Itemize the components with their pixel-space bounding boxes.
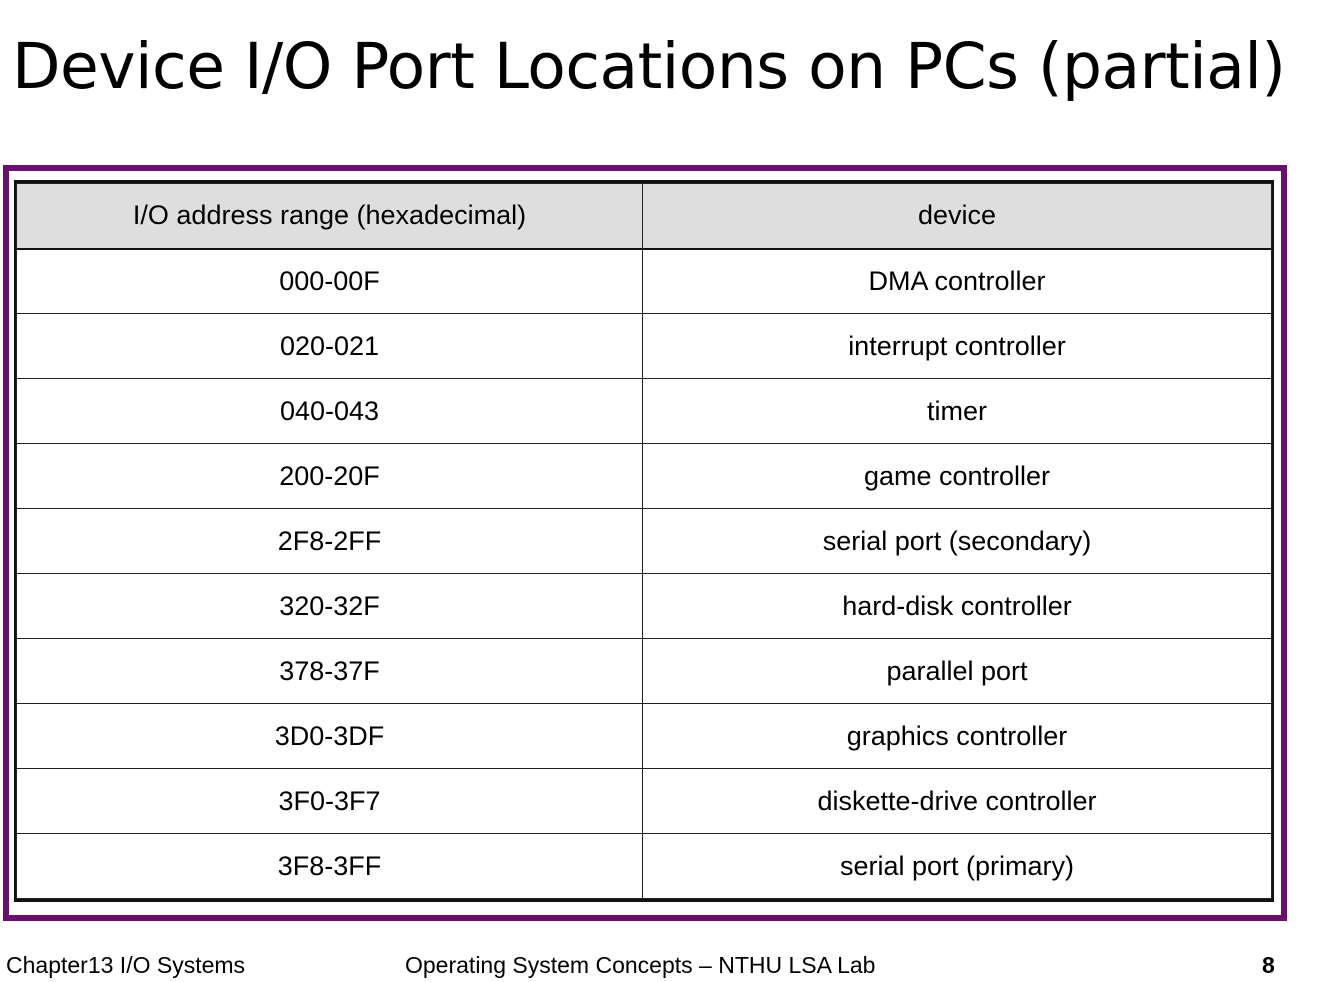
device-cell: serial port (primary): [642, 833, 1272, 899]
device-cell: diskette-drive controller: [642, 768, 1272, 834]
device-cell: interrupt controller: [642, 313, 1272, 379]
address-range-cell: 320-32F: [16, 573, 643, 639]
table-row: 040-043 timer: [16, 378, 1272, 444]
slide-title: Device I/O Port Locations on PCs (partia…: [12, 30, 1286, 103]
device-cell: graphics controller: [642, 703, 1272, 769]
table-row: 3F0-3F7 diskette-drive controller: [16, 768, 1272, 834]
page-number: 8: [1262, 952, 1275, 978]
address-range-cell: 200-20F: [16, 443, 643, 509]
table-row: 3D0-3DF graphics controller: [16, 703, 1272, 769]
device-cell: DMA controller: [642, 248, 1272, 314]
table-row: 200-20F game controller: [16, 443, 1272, 509]
header-device: device: [642, 183, 1272, 250]
device-cell: game controller: [642, 443, 1272, 509]
io-port-table: I/O address range (hexadecimal) device 0…: [16, 183, 1272, 899]
address-range-cell: 040-043: [16, 378, 643, 444]
address-range-cell: 3F0-3F7: [16, 768, 643, 834]
io-port-table-container: I/O address range (hexadecimal) device 0…: [14, 180, 1274, 902]
table-row: 3F8-3FF serial port (primary): [16, 833, 1272, 899]
device-cell: hard-disk controller: [642, 573, 1272, 639]
footer-chapter: Chapter13 I/O Systems: [6, 952, 246, 978]
address-range-cell: 000-00F: [16, 248, 643, 314]
footer-course: Operating System Concepts – NTHU LSA Lab: [405, 952, 876, 978]
device-cell: parallel port: [642, 638, 1272, 704]
table-row: 320-32F hard-disk controller: [16, 573, 1272, 639]
address-range-cell: 020-021: [16, 313, 643, 379]
table-row: 020-021 interrupt controller: [16, 313, 1272, 379]
table-header-row: I/O address range (hexadecimal) device: [16, 183, 1272, 250]
device-cell: timer: [642, 378, 1272, 444]
table-row: 2F8-2FF serial port (secondary): [16, 508, 1272, 574]
address-range-cell: 378-37F: [16, 638, 643, 704]
table-row: 000-00F DMA controller: [16, 248, 1272, 314]
address-range-cell: 2F8-2FF: [16, 508, 643, 574]
device-cell: serial port (secondary): [642, 508, 1272, 574]
header-address-range: I/O address range (hexadecimal): [16, 183, 643, 250]
address-range-cell: 3F8-3FF: [16, 833, 643, 899]
address-range-cell: 3D0-3DF: [16, 703, 643, 769]
table-row: 378-37F parallel port: [16, 638, 1272, 704]
